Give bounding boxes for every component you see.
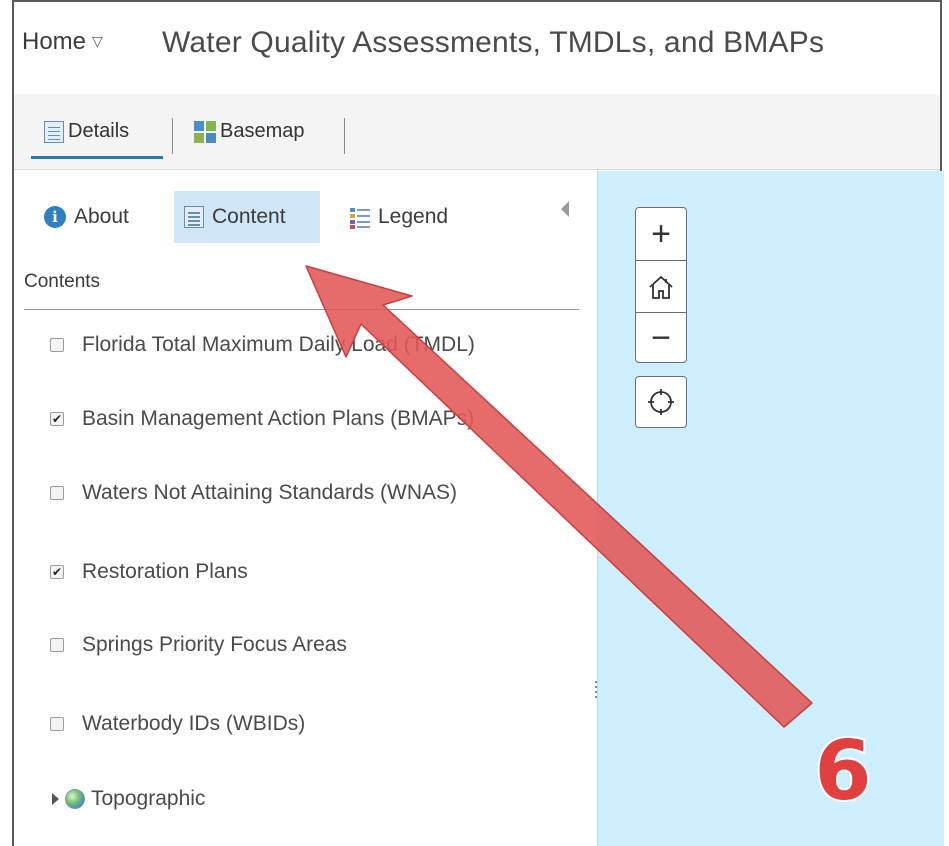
tab-about-label: About [74, 205, 129, 228]
default-extent-button[interactable] [636, 260, 686, 312]
layer-item: ✔ Basin Management Action Plans (BMAPs) [50, 407, 474, 431]
globe-icon [65, 789, 85, 809]
layer-label[interactable]: Springs Priority Focus Areas [82, 633, 347, 657]
info-icon: i [44, 206, 66, 228]
tab-about[interactable]: i About [34, 191, 139, 243]
layer-label[interactable]: Florida Total Maximum Daily Load (TMDL) [82, 333, 475, 357]
layer-checkbox[interactable] [50, 638, 64, 652]
tab-content[interactable]: Content [174, 191, 320, 243]
app-frame: Home ▽ Water Quality Assessments, TMDLs, … [12, 0, 944, 846]
caret-down-icon: ▽ [92, 33, 103, 49]
app-header: Home ▽ Water Quality Assessments, TMDLs, … [14, 2, 940, 94]
active-tab-indicator [31, 156, 163, 159]
layer-label[interactable]: Basin Management Action Plans (BMAPs) [82, 407, 474, 431]
app-title: Water Quality Assessments, TMDLs, and BM… [162, 26, 825, 59]
legend-icon [350, 206, 370, 229]
layer-checkbox[interactable]: ✔ [50, 412, 64, 426]
tab-content-label: Content [212, 205, 286, 228]
layer-checkbox[interactable]: ✔ [50, 565, 64, 579]
layer-item: Waters Not Attaining Standards (WNAS) [50, 481, 457, 505]
home-label: Home [22, 28, 87, 55]
basemap-layer-label: Topographic [91, 787, 206, 810]
expand-arrow-icon[interactable] [52, 793, 59, 805]
layer-item: Florida Total Maximum Daily Load (TMDL) [50, 333, 475, 357]
zoom-out-button[interactable]: − [636, 312, 686, 364]
basemap-button[interactable]: Basemap [194, 120, 305, 143]
details-icon [44, 120, 64, 143]
basemap-label: Basemap [220, 120, 305, 142]
tab-legend-label: Legend [378, 205, 449, 228]
toolbar-divider [344, 118, 345, 154]
details-label: Details [68, 120, 130, 142]
locate-button[interactable] [635, 376, 687, 428]
layer-item: Springs Priority Focus Areas [50, 633, 347, 657]
layer-checkbox[interactable] [50, 338, 64, 352]
layer-label[interactable]: Restoration Plans [82, 560, 248, 584]
toolbar: Details Basemap [14, 94, 940, 170]
zoom-in-button[interactable]: + [636, 208, 686, 260]
contents-heading: Contents [24, 271, 101, 292]
layer-label[interactable]: Waters Not Attaining Standards (WNAS) [82, 481, 457, 505]
details-panel: i About Content Legend Contents Florida … [14, 171, 597, 846]
tab-legend[interactable]: Legend [340, 191, 458, 243]
details-button[interactable]: Details [44, 120, 129, 143]
basemap-layer-item: Topographic [52, 787, 205, 811]
divider [24, 309, 579, 310]
layer-item: ✔ Restoration Plans [50, 560, 248, 584]
layer-label[interactable]: Waterbody IDs (WBIDs) [82, 712, 305, 736]
content-icon [184, 206, 204, 228]
layer-checkbox[interactable] [50, 717, 64, 731]
layer-checkbox[interactable] [50, 486, 64, 500]
basemap-gallery-icon [194, 120, 216, 143]
locate-icon [648, 389, 674, 415]
layer-item: Waterbody IDs (WBIDs) [50, 712, 305, 736]
toolbar-divider [172, 118, 173, 154]
map-view[interactable]: + − [597, 171, 944, 846]
collapse-panel-icon[interactable] [561, 201, 569, 217]
zoom-controls: + − [635, 207, 687, 363]
home-icon [649, 275, 673, 299]
home-menu[interactable]: Home ▽ [22, 28, 103, 56]
